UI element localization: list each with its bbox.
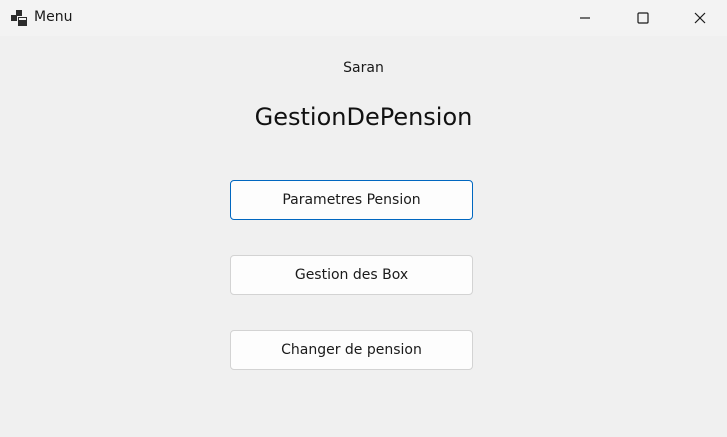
parametres-pension-button[interactable]: Parametres Pension bbox=[230, 180, 473, 220]
window-title: Menu bbox=[34, 9, 73, 25]
gestion-des-box-button[interactable]: Gestion des Box bbox=[230, 255, 473, 295]
maximize-button[interactable] bbox=[614, 0, 672, 36]
minimize-icon bbox=[579, 12, 591, 24]
changer-de-pension-button[interactable]: Changer de pension bbox=[230, 330, 473, 370]
maximize-icon bbox=[637, 12, 649, 24]
close-button[interactable] bbox=[672, 0, 727, 36]
client-area: Saran GestionDePension Parametres Pensio… bbox=[0, 36, 727, 437]
menu-window: Menu Saran GestionDePension Parametres P… bbox=[0, 0, 727, 437]
app-title-heading: GestionDePension bbox=[254, 103, 473, 131]
app-window-icon bbox=[11, 10, 27, 26]
close-icon bbox=[694, 12, 706, 24]
title-bar[interactable]: Menu bbox=[0, 0, 727, 36]
user-name-label: Saran bbox=[343, 60, 384, 76]
minimize-button[interactable] bbox=[556, 0, 614, 36]
